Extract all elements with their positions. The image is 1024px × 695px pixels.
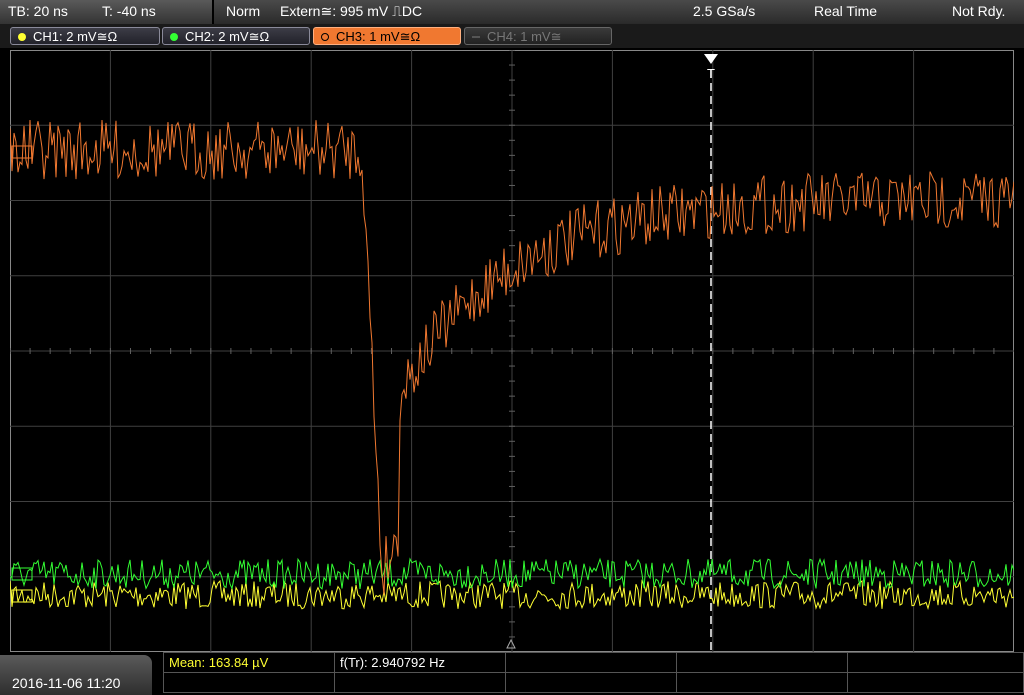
timebase-panel[interactable]: TB: 20 ns T: -40 ns	[0, 0, 214, 24]
measurement-cell-empty[interactable]	[334, 672, 506, 693]
channel-4-indicator-icon	[472, 36, 480, 38]
graticule	[10, 50, 1014, 652]
mean-measurement: Mean: 163.84 µV	[169, 655, 269, 670]
trigger-mode-label[interactable]: Norm	[226, 3, 260, 19]
waveform-plot[interactable]: T	[10, 50, 1014, 652]
trigger-marker[interactable]: T	[704, 54, 718, 652]
acquisition-mode-label[interactable]: Real Time	[814, 3, 877, 19]
channel-4-button[interactable]: CH4: 1 mV≅	[464, 27, 612, 45]
channel-2-label: CH2: 2 mV≅Ω	[185, 29, 270, 44]
measurement-cell-empty[interactable]	[847, 672, 1024, 693]
channel-4-label: CH4: 1 mV≅	[487, 29, 562, 44]
trigger-t-label: T	[707, 66, 715, 81]
trigger-source-label[interactable]: Extern≅: 995 mV ⎍DC	[280, 3, 422, 20]
measurement-cell-empty[interactable]	[676, 652, 848, 673]
channel-3-indicator-icon	[321, 33, 329, 41]
channel-1-button[interactable]: CH1: 2 mV≅Ω	[10, 27, 160, 45]
channel-bar: CH1: 2 mV≅Ω CH2: 2 mV≅Ω CH3: 1 mV≅Ω CH4:…	[0, 24, 1024, 48]
date-time-panel: 2016-11-06 11:20	[0, 655, 152, 695]
measurement-bar: 2016-11-06 11:20 Mean: 163.84 µV f(Tr): …	[0, 652, 1024, 695]
measurement-cell-empty[interactable]	[505, 672, 677, 693]
channel-3-label: CH3: 1 mV≅Ω	[336, 29, 421, 44]
horizontal-position-icon	[506, 638, 516, 649]
sample-rate-label[interactable]: 2.5 GSa/s	[693, 3, 755, 19]
date-time-label: 2016-11-06 11:20	[12, 675, 121, 691]
trigger-status-label: Not Rdy.	[952, 3, 1006, 19]
timebase-label[interactable]: TB: 20 ns	[8, 3, 68, 19]
channel-1-indicator-icon	[18, 33, 26, 41]
measurement-cell-frequency[interactable]: f(Tr): 2.940792 Hz	[334, 652, 506, 673]
measurement-cell-mean[interactable]: Mean: 163.84 µV	[163, 652, 335, 673]
measurement-cell-empty[interactable]	[163, 672, 335, 693]
measurement-cell-empty[interactable]	[676, 672, 848, 693]
trigger-time-label[interactable]: T: -40 ns	[102, 3, 156, 19]
trigger-arrow-icon	[704, 54, 718, 64]
measurement-cell-empty[interactable]	[505, 652, 677, 673]
frequency-measurement: f(Tr): 2.940792 Hz	[340, 655, 446, 670]
channel-2-indicator-icon	[170, 33, 178, 41]
measurement-cell-empty[interactable]	[847, 652, 1024, 673]
channel-1-label: CH1: 2 mV≅Ω	[33, 29, 118, 44]
channel-3-button[interactable]: CH3: 1 mV≅Ω	[313, 27, 461, 45]
status-bar: TB: 20 ns T: -40 ns Norm Extern≅: 995 mV…	[0, 0, 1024, 24]
channel-2-button[interactable]: CH2: 2 mV≅Ω	[162, 27, 310, 45]
